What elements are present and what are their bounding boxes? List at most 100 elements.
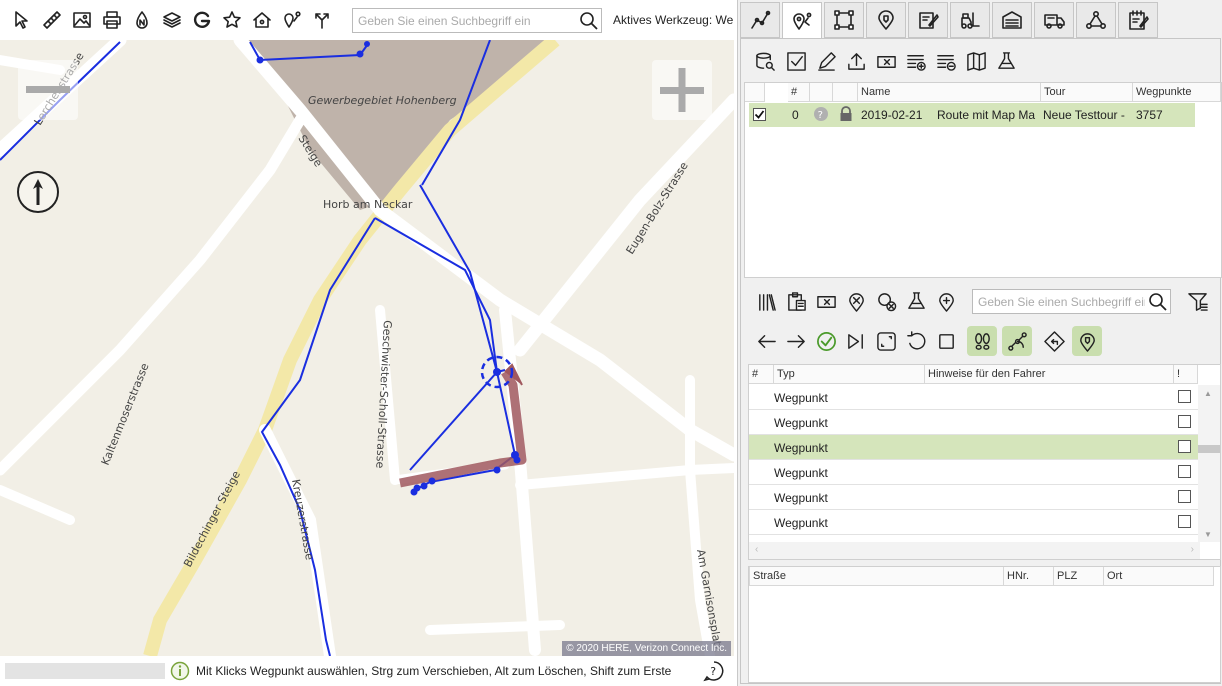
undo-icon[interactable] xyxy=(904,329,928,353)
compass-button[interactable] xyxy=(17,171,59,213)
filter-list-icon[interactable] xyxy=(1185,289,1209,313)
tab-truck[interactable] xyxy=(1034,2,1074,38)
svg-text:?: ? xyxy=(710,665,716,678)
tab-waypoints[interactable] xyxy=(782,2,822,39)
map-base-layer: Gewerbegebiet Hohenberg Horb am Neckar L… xyxy=(0,40,734,656)
tab-poi[interactable] xyxy=(866,2,906,38)
image-icon[interactable] xyxy=(70,7,94,33)
turn-back-icon[interactable] xyxy=(1042,329,1066,353)
waypoints-table: # Typ Hinweise für den Fahrer ! Wegpunkt… xyxy=(748,364,1221,560)
tab-notes[interactable] xyxy=(1118,2,1158,38)
tab-network[interactable] xyxy=(1076,2,1116,38)
scroll-thumb[interactable] xyxy=(1198,445,1220,453)
poi-icon xyxy=(878,10,894,30)
list-add-icon[interactable] xyxy=(904,49,928,73)
addr-col-zip[interactable]: PLZ xyxy=(1054,567,1104,586)
search-icon[interactable] xyxy=(579,11,599,31)
scroll-down-icon[interactable]: ▼ xyxy=(1204,530,1212,539)
waypoints-horizontal-scrollbar[interactable]: ‹ › xyxy=(749,542,1200,559)
addr-col-housenumber[interactable]: HNr. xyxy=(1004,567,1054,586)
waypoint-row[interactable]: Wegpunkt xyxy=(749,385,1198,410)
waypoint-checkbox[interactable] xyxy=(1178,515,1191,528)
waypoint-search-input[interactable] xyxy=(973,290,1145,313)
clipboard-icon[interactable] xyxy=(784,289,808,313)
waypoint-row[interactable]: Wegpunkt xyxy=(749,510,1198,535)
wp-col-number[interactable]: # xyxy=(749,365,774,384)
google-icon[interactable] xyxy=(190,7,214,33)
waypoint-type: Wegpunkt xyxy=(774,441,828,455)
cancel-pin-icon[interactable] xyxy=(874,289,898,313)
search-icon[interactable] xyxy=(1148,292,1168,312)
scroll-up-icon[interactable]: ▲ xyxy=(1204,389,1212,398)
arrow-right-icon[interactable] xyxy=(784,329,808,353)
map-canvas[interactable]: Gewerbegebiet Hohenberg Horb am Neckar L… xyxy=(0,40,734,656)
fit-view-icon[interactable] xyxy=(874,329,898,353)
ruler-icon[interactable] xyxy=(40,7,64,33)
database-search-icon[interactable] xyxy=(753,49,777,73)
skip-end-icon[interactable] xyxy=(844,329,868,353)
wp-col-flag[interactable]: ! xyxy=(1174,365,1198,384)
flask-icon[interactable] xyxy=(904,289,928,313)
zoom-in-button[interactable] xyxy=(652,60,712,120)
north-icon[interactable] xyxy=(130,7,154,33)
col-waypoints[interactable]: Wegpunkte xyxy=(1133,83,1221,102)
check-circle-icon[interactable] xyxy=(814,329,838,353)
home-pin-icon[interactable] xyxy=(250,7,274,33)
waypoint-checkbox[interactable] xyxy=(1178,490,1191,503)
map-book-icon[interactable] xyxy=(964,49,988,73)
split-icon[interactable] xyxy=(754,289,778,313)
col-number[interactable]: # xyxy=(788,83,810,102)
tab-edit[interactable] xyxy=(908,2,948,38)
waypoints-vertical-scrollbar[interactable]: ▲ ▼ xyxy=(1198,385,1220,542)
pin-remove-icon[interactable] xyxy=(844,289,868,313)
tab-route[interactable] xyxy=(740,2,780,38)
poi-toggle[interactable] xyxy=(1072,326,1102,356)
pencil-icon[interactable] xyxy=(814,49,838,73)
flask-icon[interactable] xyxy=(994,49,1018,73)
remove-box-icon[interactable] xyxy=(814,289,838,313)
wp-col-type[interactable]: Typ xyxy=(774,365,925,384)
network-icon xyxy=(1085,10,1107,30)
col-tour[interactable]: Tour xyxy=(1041,83,1133,102)
tab-vehicle[interactable] xyxy=(950,2,990,38)
pin-add-icon[interactable] xyxy=(934,289,958,313)
checkbox-icon[interactable] xyxy=(784,49,808,73)
footsteps-toggle[interactable] xyxy=(967,326,997,356)
tab-depot[interactable] xyxy=(992,2,1032,38)
pointer-icon[interactable] xyxy=(10,7,34,33)
pin-route-icon[interactable] xyxy=(280,7,304,33)
map-label-bildechinger: Bildechinger Steige xyxy=(181,469,243,570)
upload-icon[interactable] xyxy=(844,49,868,73)
wp-col-notes[interactable]: Hinweise für den Fahrer xyxy=(925,365,1174,384)
star-icon[interactable] xyxy=(220,7,244,33)
waypoint-row[interactable]: Wegpunkt xyxy=(749,485,1198,510)
waypoint-checkbox[interactable] xyxy=(1178,415,1191,428)
waypoint-row[interactable]: Wegpunkt xyxy=(749,460,1198,485)
waypoint-search-field[interactable] xyxy=(972,289,1171,314)
stop-icon[interactable] xyxy=(934,329,958,353)
tab-area[interactable] xyxy=(824,2,864,38)
tour-checkbox[interactable] xyxy=(753,108,766,121)
scroll-left-icon[interactable]: ‹ xyxy=(755,544,758,555)
list-remove-icon[interactable] xyxy=(934,49,958,73)
waypoint-checkbox[interactable] xyxy=(1178,390,1191,403)
map-search-input[interactable] xyxy=(353,9,575,32)
waypoint-checkbox[interactable] xyxy=(1178,440,1191,453)
zoom-out-button[interactable] xyxy=(18,60,78,120)
routing-icon[interactable] xyxy=(310,7,334,33)
addr-col-street[interactable]: Straße xyxy=(749,567,1004,586)
path-edit-toggle[interactable] xyxy=(1002,326,1032,356)
help-icon[interactable]: ? xyxy=(703,660,725,682)
waypoint-row-selected[interactable]: Wegpunkt xyxy=(749,435,1198,460)
arrow-left-icon[interactable] xyxy=(754,329,778,353)
waypoint-row[interactable]: Wegpunkt xyxy=(749,410,1198,435)
waypoint-checkbox[interactable] xyxy=(1178,465,1191,478)
map-search-field[interactable] xyxy=(352,8,602,33)
tour-row[interactable]: 0 ? 2019-02-21 Route mit Map Ma Neue Tes… xyxy=(749,103,1195,127)
addr-col-city[interactable]: Ort xyxy=(1104,567,1214,586)
scroll-right-icon[interactable]: › xyxy=(1191,544,1194,555)
delete-box-icon[interactable] xyxy=(874,49,898,73)
layers-icon[interactable] xyxy=(160,7,184,33)
print-icon[interactable] xyxy=(100,7,124,33)
col-name[interactable]: Name xyxy=(858,83,1041,102)
